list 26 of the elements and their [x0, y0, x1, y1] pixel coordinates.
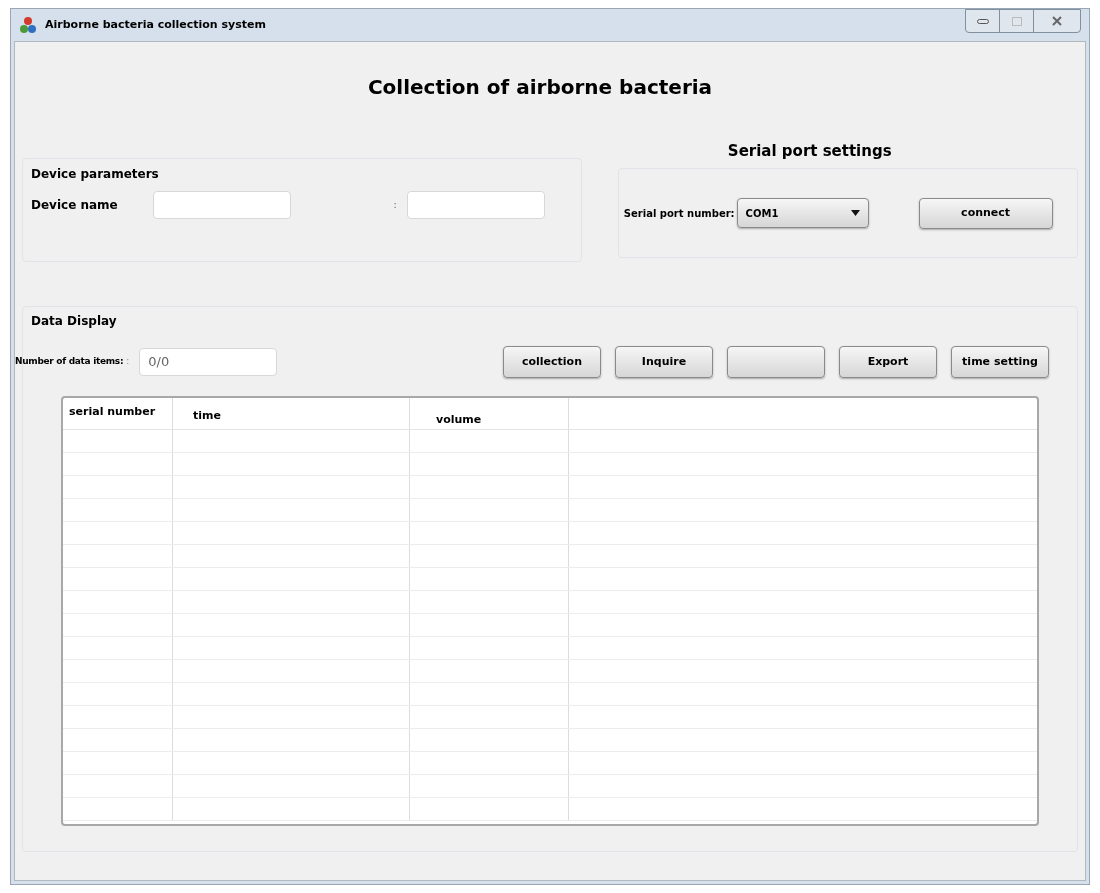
text-field[interactable]	[407, 191, 545, 219]
page-heading: Collection of airborne bacteria	[367, 74, 713, 101]
action-button[interactable]: time setting	[951, 346, 1049, 378]
field-label: Device name	[31, 197, 119, 214]
separator-label: :	[126, 355, 130, 369]
action-button[interactable]: collection	[503, 346, 601, 378]
group-title: Data Display	[31, 313, 118, 330]
device-name-field[interactable]	[153, 191, 291, 219]
action-button[interactable]: Inquire	[615, 346, 713, 378]
field-label: Number of data items:	[15, 355, 124, 369]
column-header[interactable]: volume	[410, 398, 569, 429]
data-count-field[interactable]: 0/0	[139, 348, 278, 376]
action-button[interactable]: Export	[839, 346, 937, 378]
field-label: Serial port number:	[623, 206, 735, 221]
connect-button[interactable]: connect	[918, 197, 1053, 229]
dropdown-arrow-icon	[850, 210, 860, 216]
column-header[interactable]: time	[173, 398, 410, 429]
app-icon	[19, 16, 37, 34]
blank-button[interactable]	[727, 346, 825, 378]
group-title: Device parameters	[31, 166, 160, 183]
close-icon	[1051, 15, 1063, 27]
window-title: Airborne bacteria collection system	[45, 16, 266, 33]
column-header[interactable]: serial number	[63, 398, 173, 429]
serial-port-dropdown[interactable]: COM1	[736, 198, 869, 228]
separator-label: :	[392, 196, 398, 213]
group-title: Serial port settings	[727, 141, 893, 162]
